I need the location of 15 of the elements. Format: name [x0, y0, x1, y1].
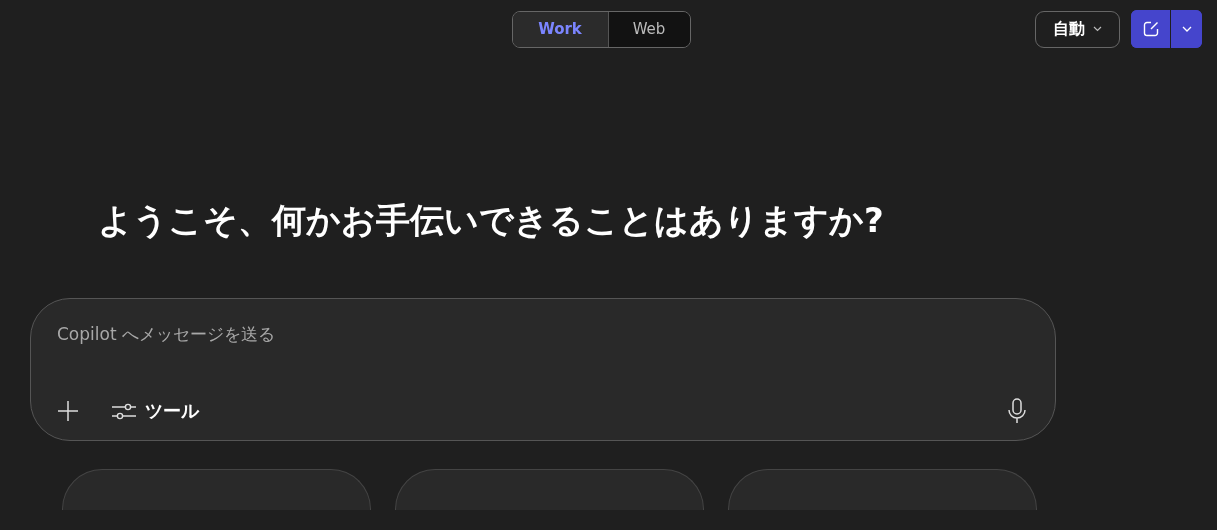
plus-icon: [57, 400, 79, 422]
attach-button[interactable]: [57, 400, 79, 422]
sliders-icon: [111, 401, 137, 421]
caret-icon: [1181, 26, 1192, 32]
microphone-icon: [1007, 398, 1027, 424]
mode-tab[interactable]: Web: [607, 11, 690, 47]
mode-tab[interactable]: Work: [512, 11, 608, 47]
compose-icon: [1141, 20, 1160, 38]
message-input[interactable]: Copilot へメッセージを送る: [57, 321, 657, 347]
new-chat-button[interactable]: [1131, 10, 1171, 48]
welcome-heading: ようこそ、何かお手伝いできることはありますか?: [98, 199, 885, 242]
tools-button[interactable]: ツール: [111, 399, 199, 423]
caret-icon: [1093, 26, 1102, 32]
model-picker[interactable]: 自動: [1035, 10, 1120, 48]
microphone-button[interactable]: [1007, 398, 1027, 424]
